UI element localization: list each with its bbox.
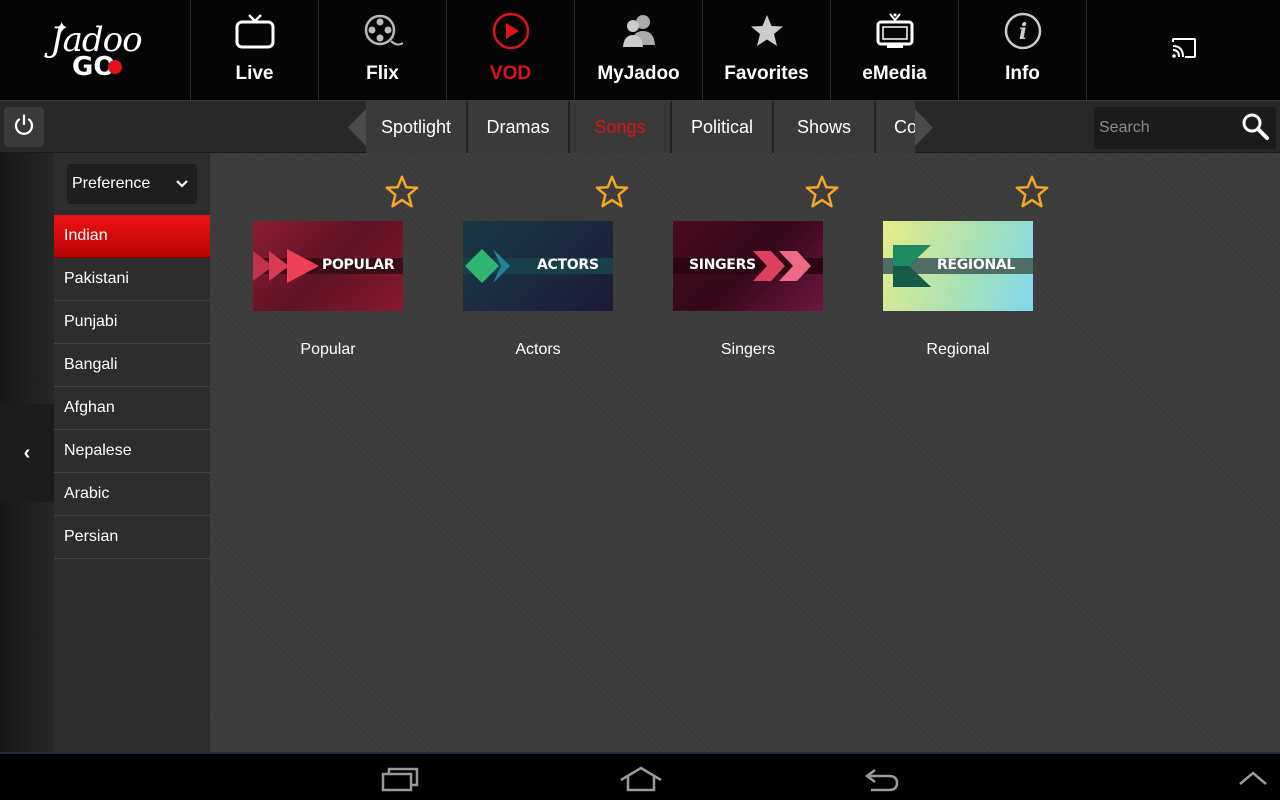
film-reel-icon xyxy=(363,11,403,51)
nav-tab-label: Flix xyxy=(366,63,399,84)
nav-tab-emedia[interactable]: eMedia xyxy=(831,0,959,100)
scroll-left-arrow-icon[interactable] xyxy=(344,101,366,154)
filter-item-pakistani[interactable]: Pakistani xyxy=(54,258,210,301)
play-arrows-icon xyxy=(253,249,319,283)
home-icon[interactable] xyxy=(618,762,664,796)
collapse-drawer-button[interactable]: ‹ xyxy=(0,404,54,502)
category-tab-dramas[interactable]: Dramas xyxy=(468,101,570,154)
nav-tab-myjadoo[interactable]: MyJadoo xyxy=(575,0,703,100)
search-icon xyxy=(1241,112,1269,145)
filter-sidebar: Preference Indian Pakistani Punjabi Bang… xyxy=(54,153,210,752)
filter-item-afghan[interactable]: Afghan xyxy=(54,387,210,430)
chevron-left-icon: ‹ xyxy=(23,441,31,464)
logo-dot xyxy=(108,60,122,74)
search-button[interactable] xyxy=(1234,107,1276,149)
nav-tab-label: Live xyxy=(235,63,274,84)
content-tile-regional[interactable]: REGIONAL Regional xyxy=(840,153,1050,373)
nav-tab-info[interactable]: i Info xyxy=(959,0,1087,100)
favorite-star-icon[interactable] xyxy=(803,173,841,211)
category-tab-shows[interactable]: Shows xyxy=(774,101,876,154)
tile-title: Regional xyxy=(926,341,990,358)
tile-thumbnail[interactable]: POPULAR xyxy=(253,221,403,311)
filter-item-persian[interactable]: Persian xyxy=(54,516,210,559)
search-input[interactable] xyxy=(1094,107,1234,149)
star-icon xyxy=(747,11,787,51)
nav-tab-label: eMedia xyxy=(862,63,927,84)
recent-apps-icon[interactable] xyxy=(380,762,420,796)
filter-item-nepalese[interactable]: Nepalese xyxy=(54,430,210,473)
tile-thumbnail[interactable]: REGIONAL xyxy=(883,221,1033,311)
nav-tab-favorites[interactable]: Favorites xyxy=(703,0,831,100)
favorite-star-icon[interactable] xyxy=(1013,173,1051,211)
preference-dropdown[interactable]: Preference xyxy=(67,164,197,204)
thumbnail-text: SINGERS xyxy=(689,257,756,273)
category-tab-spotlight[interactable]: Spotlight xyxy=(366,101,468,154)
chevron-arrows-icon xyxy=(753,251,811,281)
tile-title: Popular xyxy=(300,341,356,358)
content-tile-actors[interactable]: ACTORS Actors xyxy=(420,153,630,373)
content-tile-popular[interactable]: POPULAR Popular xyxy=(210,153,420,373)
favorite-star-icon[interactable] xyxy=(593,173,631,211)
category-bar: Spotlight Dramas Songs Political Shows C… xyxy=(0,100,1280,154)
thumbnail-text: REGIONAL xyxy=(937,257,1016,273)
tv-icon xyxy=(235,11,275,51)
category-tab-songs[interactable]: Songs xyxy=(570,101,672,154)
cast-area xyxy=(1087,0,1280,100)
nav-tab-label: MyJadoo xyxy=(597,63,680,84)
nav-tab-label: VOD xyxy=(489,63,532,84)
tile-thumbnail[interactable]: ACTORS xyxy=(463,221,613,311)
nav-tab-live[interactable]: Live xyxy=(191,0,319,100)
jadoo-go-logo[interactable]: ✦ Jadoo GO xyxy=(0,0,191,100)
tile-thumbnail[interactable]: SINGERS xyxy=(673,221,823,311)
scroll-right-arrow-icon[interactable] xyxy=(915,101,937,154)
info-icon: i xyxy=(1003,11,1043,51)
tile-title: Singers xyxy=(720,341,776,358)
nav-tab-label: Info xyxy=(1005,63,1040,84)
diamond-arrows-icon xyxy=(465,249,510,283)
category-tab-partial[interactable]: Co xyxy=(876,101,915,154)
nav-tab-vod[interactable]: VOD xyxy=(447,0,575,100)
play-circle-icon xyxy=(491,11,531,51)
category-tabs: Spotlight Dramas Songs Political Shows C… xyxy=(366,101,915,154)
thumbnail-text: POPULAR xyxy=(322,257,395,273)
filter-item-arabic[interactable]: Arabic xyxy=(54,473,210,516)
filter-item-indian[interactable]: Indian xyxy=(54,215,210,258)
content-tile-singers[interactable]: SINGERS Singers xyxy=(630,153,840,373)
filter-item-bangali[interactable]: Bangali xyxy=(54,344,210,387)
search-field xyxy=(1094,107,1234,149)
back-icon[interactable] xyxy=(862,762,902,796)
category-tab-political[interactable]: Political xyxy=(672,101,774,154)
content-grid: POPULAR Popular ACTORS Actors SINGERS Si… xyxy=(210,153,1280,752)
preference-label: Preference xyxy=(72,175,151,192)
users-icon xyxy=(619,11,659,51)
tile-title: Actors xyxy=(515,341,561,358)
k-shape-icon xyxy=(893,245,931,287)
power-icon xyxy=(12,113,36,142)
filter-item-punjabi[interactable]: Punjabi xyxy=(54,301,210,344)
thumbnail-text: ACTORS xyxy=(537,257,599,273)
power-button[interactable] xyxy=(4,107,44,147)
system-navigation-bar xyxy=(0,752,1280,800)
nav-tab-label: Favorites xyxy=(724,63,809,84)
tv-signal-icon xyxy=(875,11,915,51)
filter-list: Indian Pakistani Punjabi Bangali Afghan … xyxy=(54,215,210,559)
nav-tab-flix[interactable]: Flix xyxy=(319,0,447,100)
top-navigation: ✦ Jadoo GO Live Flix VOD MyJadoo Favorit… xyxy=(0,0,1280,100)
favorite-star-icon[interactable] xyxy=(383,173,421,211)
cast-icon[interactable] xyxy=(1171,37,1197,64)
chevron-up-icon[interactable] xyxy=(1236,762,1270,796)
svg-text:i: i xyxy=(1018,19,1026,45)
chevron-down-icon xyxy=(173,175,191,193)
